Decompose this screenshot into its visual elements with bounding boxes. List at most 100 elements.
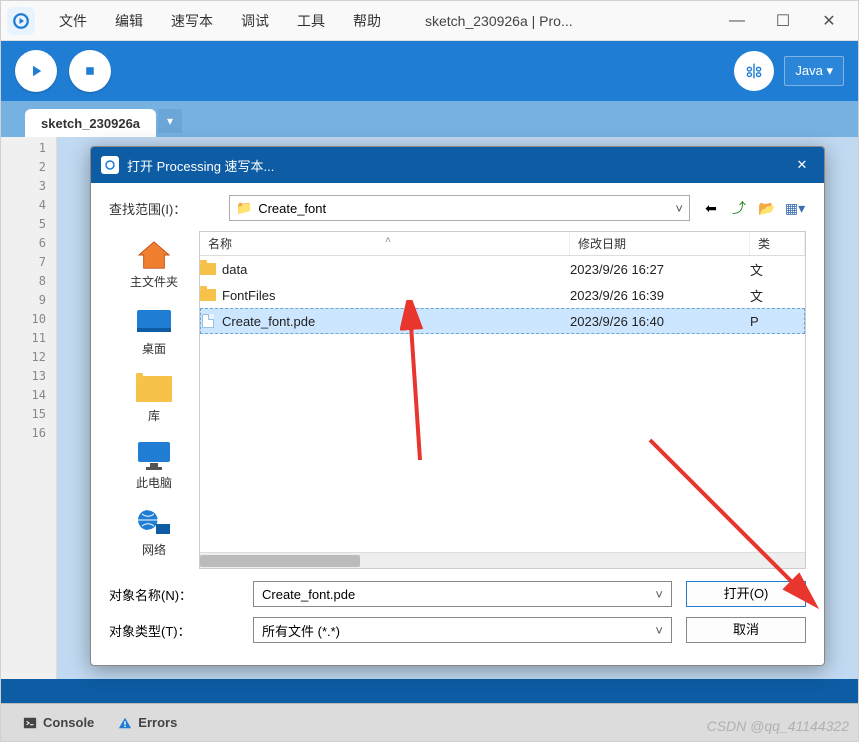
maximize-button[interactable]: ☐ [760, 6, 806, 36]
menu-help[interactable]: 帮助 [339, 11, 395, 31]
close-window-button[interactable]: ✕ [806, 6, 852, 36]
folder-icon [200, 262, 216, 276]
place-library[interactable]: 库 [132, 371, 176, 424]
sort-indicator-icon: ˄ [385, 235, 391, 246]
language-selector[interactable]: Java [784, 56, 844, 86]
tab-active[interactable]: sketch_230926a [25, 109, 156, 137]
file-list-header[interactable]: 名称 修改日期 类 ˄ [200, 232, 805, 256]
col-date-header[interactable]: 修改日期 [570, 232, 750, 255]
chevron-down-icon: ˅ [655, 587, 663, 602]
line-number: 2 [1, 160, 56, 179]
debug-icon-button[interactable] [734, 51, 774, 91]
desktop-icon [132, 304, 176, 340]
look-in-value: Create_font [258, 201, 326, 216]
window-title: sketch_230926a | Pro... [425, 13, 573, 29]
dialog-titlebar: 打开 Processing 速写本... ✕ [91, 147, 824, 183]
line-number: 8 [1, 274, 56, 293]
filename-label: 对象名称(N)： [109, 585, 239, 604]
file-extra: 文 [750, 286, 805, 305]
sketch-tabbar: sketch_230926a ▾ [1, 101, 858, 137]
file-name: FontFiles [222, 288, 275, 303]
file-row[interactable]: data 2023/9/26 16:27文 [200, 256, 805, 282]
place-home[interactable]: 主文件夹 [130, 237, 178, 290]
open-button[interactable]: 打开(O) [686, 581, 806, 607]
line-number: 6 [1, 236, 56, 255]
menu-debug[interactable]: 调试 [227, 11, 283, 31]
line-number: 3 [1, 179, 56, 198]
dialog-title: 打开 Processing 速写本... [127, 156, 274, 175]
line-number: 13 [1, 369, 56, 388]
errors-tab[interactable]: Errors [106, 711, 189, 734]
file-date: 2023/9/26 16:27 [570, 262, 750, 277]
file-icon [200, 314, 216, 328]
console-icon [23, 716, 37, 730]
line-number: 5 [1, 217, 56, 236]
line-number: 9 [1, 293, 56, 312]
horizontal-scrollbar[interactable] [200, 552, 805, 568]
line-number: 11 [1, 331, 56, 350]
new-folder-button[interactable]: 📂 [756, 197, 778, 219]
watermark: CSDN @qq_41144322 [707, 718, 849, 734]
cancel-button[interactable]: 取消 [686, 617, 806, 643]
console-label: Console [43, 715, 94, 730]
dialog-close-button[interactable]: ✕ [790, 153, 814, 177]
monitor-icon [132, 438, 176, 474]
file-extra: P [750, 314, 805, 329]
folder-icon [200, 288, 216, 302]
file-date: 2023/9/26 16:39 [570, 288, 750, 303]
errors-label: Errors [138, 715, 177, 730]
tab-dropdown-button[interactable]: ▾ [158, 109, 182, 133]
line-number: 1 [1, 141, 56, 160]
nav-up-button[interactable]: ⤴ [728, 197, 750, 219]
status-bar [1, 679, 858, 703]
titlebar: 文件 编辑 速写本 调试 工具 帮助 sketch_230926a | Pro.… [1, 1, 858, 41]
app-logo-icon [7, 7, 35, 35]
line-number: 15 [1, 407, 56, 426]
run-button[interactable] [15, 50, 57, 92]
line-number: 7 [1, 255, 56, 274]
place-network[interactable]: 网络 [132, 505, 176, 558]
file-name: Create_font.pde [222, 314, 315, 329]
chevron-down-icon: ˅ [675, 201, 683, 216]
network-icon [132, 505, 176, 541]
view-menu-button[interactable]: ▦▾ [784, 197, 806, 219]
menu-edit[interactable]: 编辑 [101, 11, 157, 31]
col-extra-header[interactable]: 类 [750, 232, 805, 255]
stop-button[interactable] [69, 50, 111, 92]
places-panel: 主文件夹 桌面 库 此电脑 网络 [109, 231, 199, 569]
line-number: 12 [1, 350, 56, 369]
line-number: 14 [1, 388, 56, 407]
file-name: data [222, 262, 247, 277]
file-extra: 文 [750, 260, 805, 279]
filetype-dropdown[interactable]: 所有文件 (*.*) ˅ [253, 617, 672, 643]
menu-sketch[interactable]: 速写本 [157, 11, 227, 31]
warning-icon [118, 716, 132, 730]
look-in-label: 查找范围(I)： [109, 199, 219, 218]
nav-back-button[interactable]: ⬅ [700, 197, 722, 219]
toolbar: Java [1, 41, 858, 101]
place-desktop[interactable]: 桌面 [132, 304, 176, 357]
menu-file[interactable]: 文件 [45, 11, 101, 31]
home-icon [132, 237, 176, 273]
place-thispc[interactable]: 此电脑 [132, 438, 176, 491]
filetype-label: 对象类型(T)： [109, 621, 239, 640]
console-tab[interactable]: Console [11, 711, 106, 734]
library-icon [132, 371, 176, 407]
line-gutter: 12345678910111213141516 [1, 137, 57, 679]
file-date: 2023/9/26 16:40 [570, 314, 750, 329]
butterfly-icon [743, 60, 765, 82]
line-number: 10 [1, 312, 56, 331]
line-number: 16 [1, 426, 56, 445]
folder-icon: 📁 [236, 200, 252, 216]
file-list: 名称 修改日期 类 ˄ data2023/9/26 16:27文FontFile… [199, 231, 806, 569]
chevron-down-icon: ˅ [655, 623, 663, 638]
minimize-button[interactable]: — [714, 6, 760, 36]
open-file-dialog: 打开 Processing 速写本... ✕ 查找范围(I)： 📁 Create… [90, 146, 825, 666]
file-row[interactable]: FontFiles 2023/9/26 16:39文 [200, 282, 805, 308]
filename-input[interactable]: Create_font.pde ˅ [253, 581, 672, 607]
look-in-dropdown[interactable]: 📁 Create_font ˅ [229, 195, 690, 221]
stop-icon [81, 62, 99, 80]
menu-tools[interactable]: 工具 [283, 11, 339, 31]
dialog-logo-icon [101, 156, 119, 174]
file-row[interactable]: Create_font.pde 2023/9/26 16:40P [200, 308, 805, 334]
